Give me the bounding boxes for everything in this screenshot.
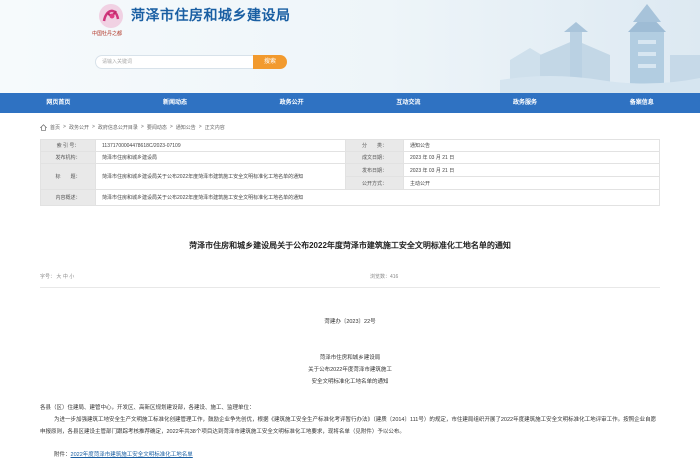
peony-logo-icon <box>99 4 123 28</box>
home-icon <box>40 123 47 131</box>
search-button[interactable]: 搜索 <box>253 55 287 69</box>
document-info-table: 索 引 号： 11371700004478618C/2023-07109 分 类… <box>40 139 660 206</box>
font-size-label: 字号： <box>40 274 56 280</box>
summary-label: 内容概述： <box>40 189 96 206</box>
font-size-small[interactable]: 小 <box>69 274 74 280</box>
attachment-label: 附件： <box>54 452 71 458</box>
salutation: 各县（区）住建局、建管中心，开发区、高新区规划建设部，各建设、施工、监理单位： <box>40 405 255 411</box>
article-title: 菏泽市住房和城乡建设局关于公布2022年度菏泽市建筑施工安全文明标准化工地名单的… <box>189 241 511 250</box>
notice-heading-line-1: 菏泽市住房和城乡建设局 <box>319 355 381 361</box>
breadcrumb-news[interactable]: 要闻动态 <box>147 124 167 131</box>
notice-heading-block: 菏泽市住房和城乡建设局 关于公布2022年度菏泽市建筑施工 安全文明标准化工地名… <box>0 352 700 388</box>
main-nav: 网页首页 新闻动态 政务公开 互动交流 政务服务 备案信息 <box>0 93 700 113</box>
nav-item-interaction[interactable]: 互动交流 <box>350 93 467 113</box>
published-date-label: 发布日期： <box>345 163 404 177</box>
open-method-label: 公开方式： <box>345 176 404 190</box>
title-label: 标 题： <box>40 163 96 190</box>
notice-heading-line-2: 关于公布2022年度菏泽市建筑施工 <box>308 367 392 373</box>
article-divider <box>40 287 660 288</box>
publisher-label: 发布机构： <box>40 151 96 164</box>
breadcrumb-home[interactable]: 首页 <box>50 124 60 131</box>
city-skyline-illustration <box>500 4 700 93</box>
site-header: 中国牡丹之都 菏泽市住房和城乡建设局 请输入关键词 搜索 <box>0 0 700 93</box>
site-title[interactable]: 菏泽市住房和城乡建设局 <box>131 5 291 25</box>
breadcrumb: 首页 > 政务公开 > 政府信息公开目录 > 要闻动态 > 通知公告 > 正文内… <box>40 122 225 132</box>
breadcrumb-separator: > <box>91 124 95 130</box>
nav-item-filing[interactable]: 备案信息 <box>583 93 700 113</box>
open-method-value: 主动公开 <box>403 176 660 190</box>
breadcrumb-separator: > <box>169 124 173 130</box>
breadcrumb-catalog[interactable]: 政府信息公开目录 <box>98 124 138 131</box>
nav-item-gov-open[interactable]: 政务公开 <box>233 93 350 113</box>
created-date-value: 2023 年 03 月 21 日 <box>403 151 660 164</box>
breadcrumb-gov-open[interactable]: 政务公开 <box>69 124 89 131</box>
notice-heading-line-3: 安全文明标准化工地名单的通知 <box>311 379 389 385</box>
breadcrumb-separator: > <box>198 124 202 130</box>
category-label: 分 类： <box>345 139 404 152</box>
attachment-link[interactable]: 2022年度菏泽市建筑施工安全文明标准化工地名单 <box>71 452 193 458</box>
logo-subtitle: 中国牡丹之都 <box>92 31 123 37</box>
attachment: 附件：2022年度菏泽市建筑施工安全文明标准化工地名单 <box>54 450 193 458</box>
article-body: 为进一步加强建筑工地安全生产文明施工标准化创建管理工作，鼓励企业争先创优，根据《… <box>40 417 657 435</box>
font-size-large[interactable]: 大 <box>56 274 61 280</box>
title-value: 菏泽市住房和城乡建设局关于公布2022年度菏泽市建筑施工安全文明标准化工地名单的… <box>95 163 346 190</box>
breadcrumb-separator: > <box>140 124 144 130</box>
document-number: 菏建办〔2023〕22号 <box>324 319 376 325</box>
nav-item-services[interactable]: 政务服务 <box>467 93 584 113</box>
nav-item-home[interactable]: 网页首页 <box>0 93 117 113</box>
published-date-value: 2023 年 03 月 21 日 <box>403 163 660 177</box>
category-value: 通知公告 <box>403 139 660 152</box>
index-value: 11371700004478618C/2023-07109 <box>95 139 346 152</box>
publisher-value: 菏泽市住房和城乡建设局 <box>95 151 346 164</box>
summary-value: 菏泽市住房和城乡建设局关于公布2022年度菏泽市建筑施工安全文明标准化工地名单的… <box>95 189 660 206</box>
created-date-label: 成文日期： <box>345 151 404 164</box>
font-size-switcher: 字号： 大 中 小 <box>40 273 74 280</box>
search-input[interactable]: 请输入关键词 <box>95 55 255 69</box>
breadcrumb-notices[interactable]: 通知公告 <box>176 124 196 131</box>
breadcrumb-separator: > <box>63 124 66 130</box>
index-label: 索 引 号： <box>40 139 96 152</box>
view-count: 浏览数：416 <box>370 274 399 280</box>
breadcrumb-current: 正文内容 <box>204 124 225 131</box>
nav-item-news[interactable]: 新闻动态 <box>117 93 234 113</box>
font-size-medium[interactable]: 中 <box>63 274 68 280</box>
article-meta: 字号： 大 中 小 浏览数：416 <box>40 273 660 283</box>
